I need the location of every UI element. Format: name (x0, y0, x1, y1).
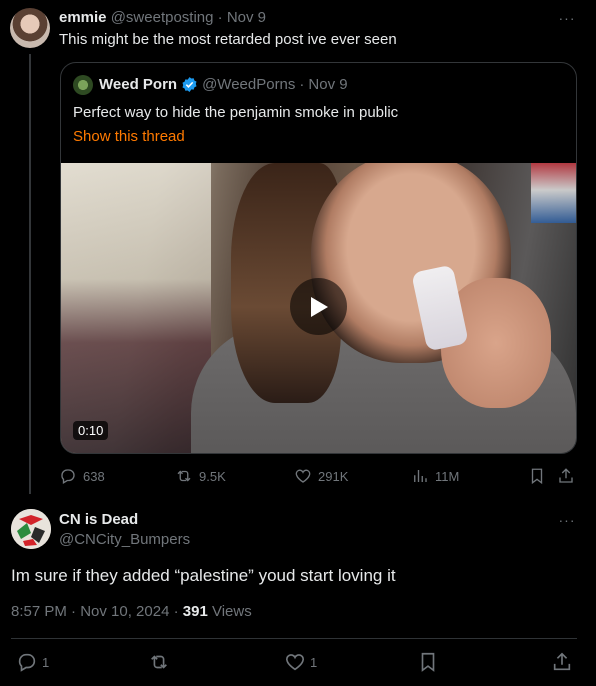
bookmark-button[interactable] (417, 651, 439, 673)
reply-text: Im sure if they added “palestine” youd s… (11, 566, 396, 585)
share-button[interactable] (551, 651, 573, 673)
video-frame-sign (531, 163, 576, 223)
reply-count: 638 (83, 468, 105, 484)
avatar-logo-icon (11, 509, 51, 549)
like-button[interactable]: 291K (294, 467, 348, 485)
video-frame-background (61, 163, 211, 453)
bookmark-icon (421, 652, 435, 672)
repost-count: 9.5K (199, 468, 226, 484)
views-icon (414, 470, 427, 482)
reply-button[interactable]: 1 (16, 651, 49, 673)
share-icon (553, 652, 571, 671)
thread-line (29, 54, 31, 494)
reply-author-name[interactable]: CN is Dead (59, 511, 138, 528)
repost-button[interactable]: 9.5K (175, 467, 226, 485)
avatar[interactable] (11, 509, 51, 549)
reply-count: 1 (42, 654, 50, 670)
author-name[interactable]: emmie (59, 9, 107, 26)
avatar[interactable] (10, 8, 50, 48)
quoted-post-text: Perfect way to hide the penjamin smoke i… (73, 104, 399, 121)
reply-author-handle[interactable]: @CNCity_Bumpers (59, 531, 190, 548)
like-count: 1 (310, 654, 318, 670)
bookmark-icon (531, 468, 543, 485)
quoted-author-name: Weed Porn (99, 76, 178, 93)
like-count: 291K (318, 468, 349, 484)
divider (11, 638, 577, 639)
post-text: This might be the most retarded post ive… (59, 31, 397, 48)
share-icon (559, 468, 573, 483)
reply-icon (61, 469, 75, 484)
repost-icon (151, 655, 167, 669)
separator: · (217, 9, 223, 26)
repost-button[interactable] (148, 651, 170, 673)
quoted-avatar (73, 75, 93, 95)
views-button[interactable]: 11M (411, 467, 459, 485)
parent-header: emmie @sweetposting · Nov 9 (59, 9, 266, 26)
more-options-button[interactable]: ··· (557, 510, 577, 530)
play-icon (310, 296, 328, 317)
quoted-header: Weed Porn @WeedPorns · Nov 9 (99, 76, 348, 93)
reply-button[interactable]: 638 (59, 467, 105, 485)
post-date[interactable]: Nov 9 (227, 9, 266, 26)
video-player[interactable]: 0:10 (61, 163, 576, 453)
views-count: 11M (435, 468, 460, 484)
play-button[interactable] (290, 278, 347, 335)
reply-icon (18, 653, 36, 672)
heart-icon (285, 654, 305, 671)
views-count: 391 (182, 603, 208, 620)
show-thread-link[interactable]: Show this thread (73, 128, 185, 145)
share-button[interactable] (557, 467, 575, 485)
post-metadata: 8:57 PM · Nov 10, 2024 · 391 Views (11, 603, 252, 620)
more-options-button[interactable]: ··· (557, 8, 577, 28)
heart-icon (295, 469, 311, 483)
views-label: Views (207, 603, 252, 620)
post-timestamp[interactable]: 8:57 PM · Nov 10, 2024 · (11, 603, 183, 620)
video-duration: 0:10 (73, 421, 109, 440)
bookmark-button[interactable] (528, 467, 546, 485)
like-button[interactable]: 1 (284, 651, 317, 673)
author-handle[interactable]: @sweetposting (111, 9, 214, 26)
quoted-author-handle: @WeedPorns (202, 76, 296, 93)
separator: · (299, 76, 305, 93)
repost-icon (177, 470, 191, 482)
verified-badge-icon (182, 77, 197, 92)
quoted-post-date: Nov 9 (308, 76, 348, 93)
quoted-post[interactable]: Weed Porn @WeedPorns · Nov 9 Perfect way… (60, 62, 577, 454)
